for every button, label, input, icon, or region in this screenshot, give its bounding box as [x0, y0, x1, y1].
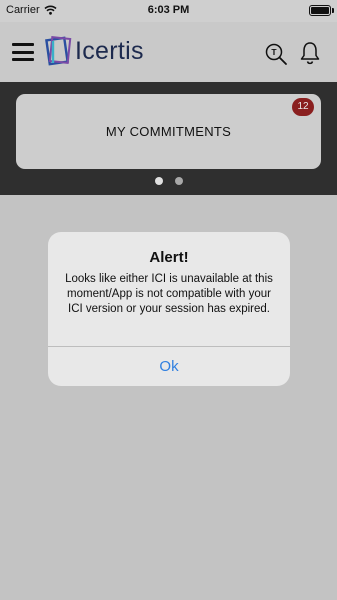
battery-icon [309, 5, 331, 16]
page-dot-2[interactable] [174, 177, 183, 185]
icertis-logo-mark-icon [45, 36, 72, 66]
bell-icon[interactable] [299, 41, 321, 65]
app-header: Icertis T [0, 22, 337, 82]
page-indicator [0, 177, 337, 185]
status-bar: Carrier 6:03 PM [0, 0, 337, 22]
dashboard-carousel: MY COMMITMENTS 12 [0, 82, 337, 195]
card-title: MY COMMITMENTS [105, 124, 232, 139]
status-time: 6:03 PM [147, 4, 190, 16]
my-commitments-card[interactable]: MY COMMITMENTS [16, 94, 321, 169]
page-dot-1[interactable] [154, 177, 163, 185]
logo-text: Icertis [75, 36, 144, 65]
search-icon[interactable]: T [264, 42, 288, 66]
icertis-logo: Icertis [45, 35, 144, 67]
alert-title: Alert! [149, 249, 189, 266]
alert-message: Looks like either ICI is unavailable at … [65, 273, 273, 315]
alert-dialog: Alert! Looks like either ICI is unavaila… [48, 232, 290, 386]
commitments-count-badge: 12 [292, 98, 314, 116]
ok-button[interactable]: Ok [48, 347, 290, 386]
battery-tip [332, 8, 334, 13]
search-icon-letter: T [271, 47, 277, 57]
hamburger-menu-icon[interactable] [12, 43, 34, 61]
